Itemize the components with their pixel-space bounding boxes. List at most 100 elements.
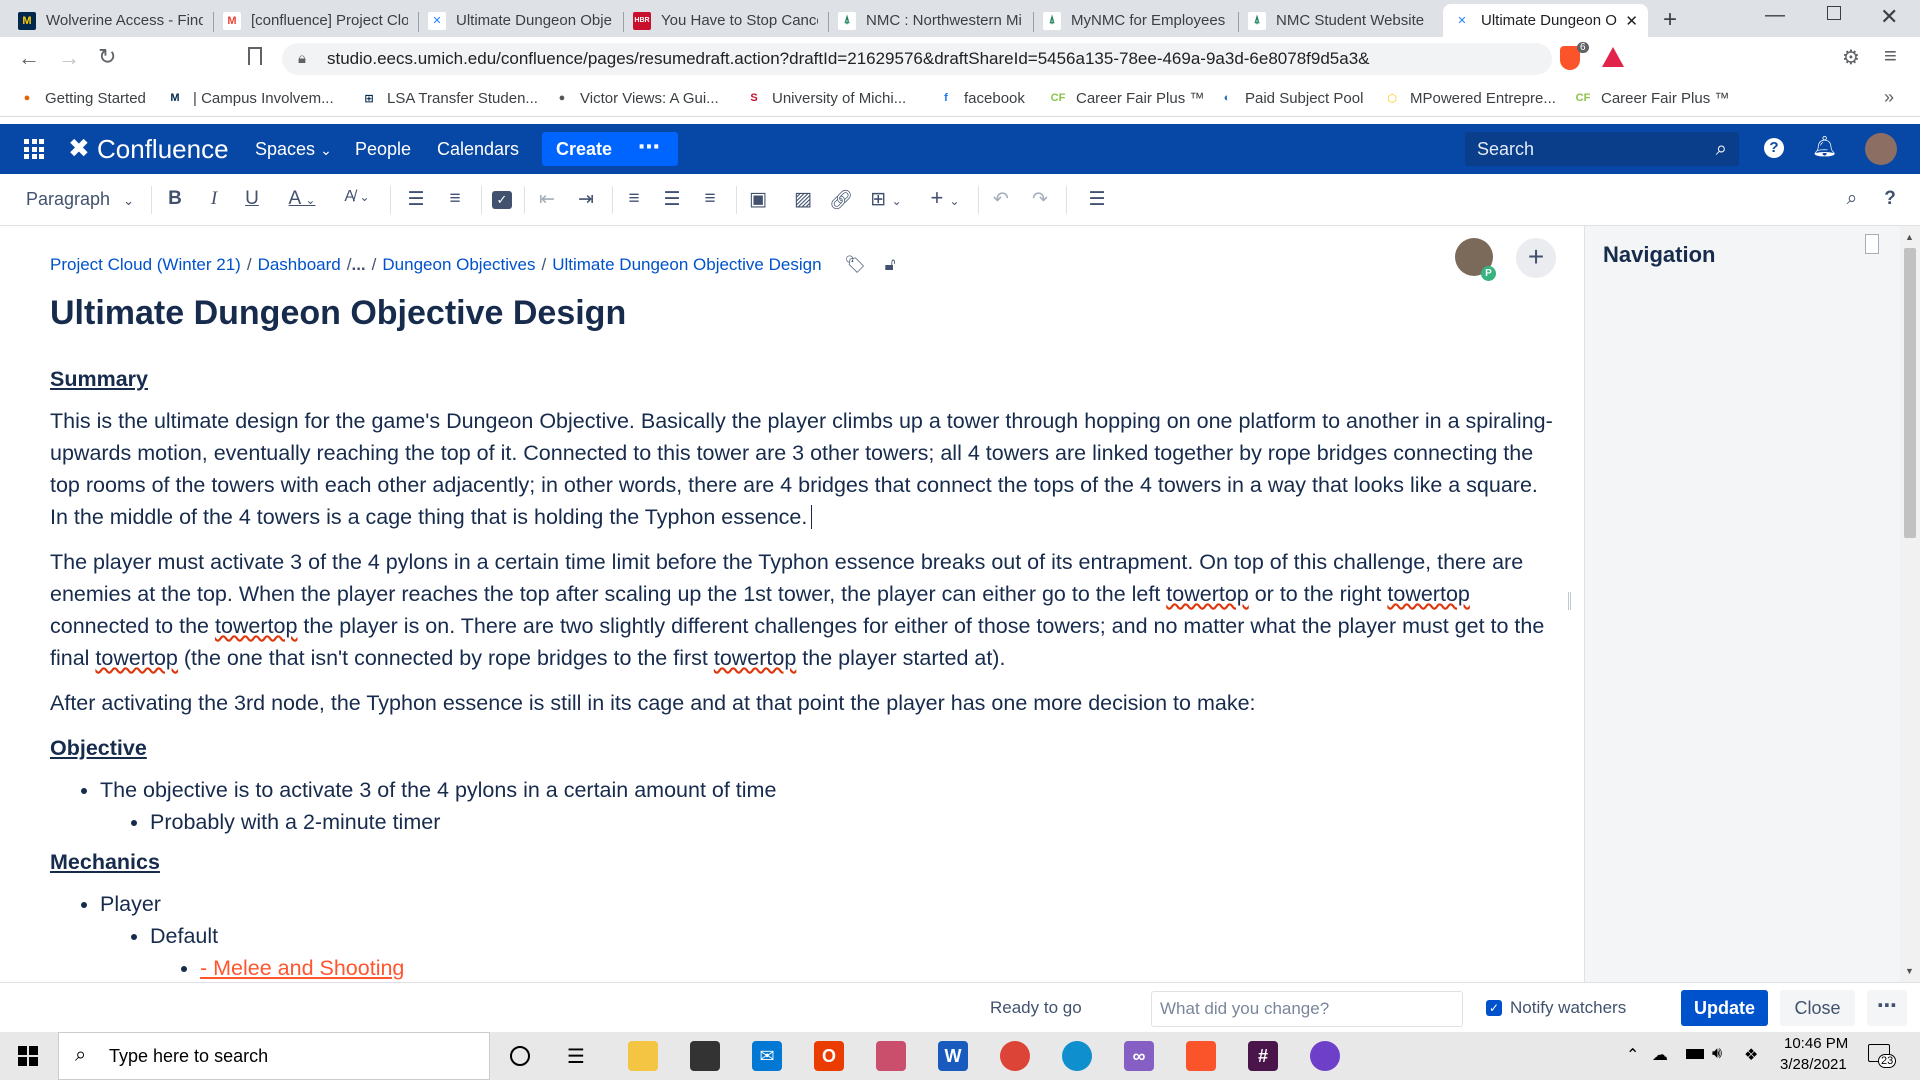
task-list-icon[interactable]: ✓ [492, 191, 512, 209]
find-replace-icon[interactable]: ⌕ [1840, 188, 1864, 210]
new-tab-button[interactable]: + [1663, 6, 1677, 34]
confluence-logo-icon[interactable]: ✖ [68, 133, 90, 164]
clock-date[interactable]: 3/28/2021 [1780, 1056, 1847, 1073]
insert-link-icon[interactable]: 🔗︎ [829, 188, 853, 212]
page-layout-icon[interactable]: ▣ [746, 188, 770, 211]
align-left-icon[interactable]: ≡ [622, 188, 646, 210]
browser-tab[interactable]: ⍋ NMC Student Website [1238, 4, 1443, 37]
dropbox-icon[interactable]: ❖ [1744, 1045, 1758, 1065]
outdent-icon[interactable]: ⇤ [535, 188, 559, 211]
spaces-menu[interactable]: Spaces ⌄ [255, 124, 332, 174]
onedrive-icon[interactable]: ☁ [1652, 1045, 1668, 1065]
undo-icon[interactable]: ↶ [989, 188, 1013, 211]
invite-collaborator-button[interactable]: + [1516, 238, 1556, 278]
create-button[interactable]: Create ⋯ [542, 132, 678, 166]
page-body[interactable]: Summary This is the ultimate design for … [50, 363, 1560, 982]
browser-tab[interactable]: ⍋ NMC : Northwestern Mi [828, 4, 1033, 37]
breadcrumb-dungeon-objectives[interactable]: Dungeon Objectives [382, 255, 535, 274]
snip-tool-icon[interactable] [876, 1041, 906, 1071]
close-window-button[interactable]: ✕ [1880, 4, 1898, 30]
browser-tab[interactable]: M [confluence] Project Clo [213, 4, 418, 37]
brave-browser-icon[interactable] [1186, 1041, 1216, 1071]
browser-tab[interactable]: ⍋ MyNMC for Employees [1033, 4, 1238, 37]
underline-button[interactable]: U [242, 188, 262, 210]
clock-time[interactable]: 10:46 PM [1784, 1035, 1848, 1052]
align-right-icon[interactable]: ≡ [698, 188, 722, 210]
bookmark-item[interactable]: ⊞ LSA Transfer Studen... [360, 89, 538, 107]
browser-tab[interactable]: ✕ Ultimate Dungeon O ✕ [1443, 4, 1648, 37]
url-field[interactable]: 🔒︎ studio.eecs.umich.edu/confluence/page… [282, 43, 1552, 75]
bookmark-item[interactable]: CF Career Fair Plus ™ [1574, 89, 1730, 107]
breadcrumb-ellipsis[interactable]: ... [351, 255, 365, 274]
github-desktop-icon[interactable] [1310, 1041, 1340, 1071]
bookmark-item[interactable]: f facebook [937, 89, 1025, 107]
task-view-icon[interactable]: ☰ [567, 1044, 585, 1069]
reload-icon[interactable]: ↻ [98, 44, 116, 70]
redo-icon[interactable]: ↷ [1028, 188, 1052, 211]
more-bookmarks-icon[interactable]: » [1884, 87, 1894, 108]
more-formatting-button[interactable]: A̸ ⌄ [340, 188, 374, 206]
scroll-down-icon[interactable]: ▼ [1905, 966, 1914, 976]
insert-table-icon[interactable]: ⊞ ⌄ [866, 188, 906, 211]
help-icon[interactable]: ? [1764, 138, 1784, 158]
taskbar-search-input[interactable]: ⌕ Type here to search [58, 1032, 490, 1080]
resize-handle[interactable] [1568, 592, 1571, 610]
scroll-up-icon[interactable]: ▲ [1905, 232, 1914, 242]
mail-icon[interactable]: ✉ [752, 1041, 782, 1071]
brave-rewards-icon[interactable] [1602, 47, 1624, 67]
people-link[interactable]: People [355, 124, 411, 174]
office-icon[interactable]: O [814, 1041, 844, 1071]
bookmark-item[interactable]: S University of Michi... [745, 89, 906, 107]
user-avatar[interactable] [1865, 133, 1897, 165]
bookmark-item[interactable]: CF Career Fair Plus ™ [1049, 89, 1205, 107]
bookmark-item[interactable]: ● Victor Views: A Gui... [553, 89, 719, 107]
numbered-list-icon[interactable]: ≡ [443, 188, 467, 210]
chrome-icon[interactable] [1000, 1041, 1030, 1071]
bold-button[interactable]: B [165, 188, 185, 210]
bookmark-item[interactable]: ● Getting Started [18, 89, 146, 107]
search-input[interactable]: Search ⌕ [1465, 132, 1739, 166]
extensions-icon[interactable]: ⚙ [1842, 45, 1860, 70]
update-button[interactable]: Update [1681, 990, 1768, 1026]
bookmark-item[interactable]: M | Campus Involvem... [166, 89, 333, 107]
browser-tab[interactable]: HBR You Have to Stop Cance [623, 4, 828, 37]
paragraph-style-select[interactable]: Paragraph ⌄ [26, 189, 141, 210]
windows-start-icon[interactable] [18, 1046, 38, 1066]
insert-image-icon[interactable]: ▨ [791, 188, 815, 211]
notifications-icon[interactable]: 🔔︎ [1812, 134, 1837, 159]
close-tab-icon[interactable]: ✕ [1625, 12, 1638, 30]
bookmark-item[interactable]: ⬡ MPowered Entrepre... [1383, 89, 1556, 107]
file-explorer-icon[interactable] [628, 1041, 658, 1071]
indent-icon[interactable]: ⇥ [574, 188, 598, 211]
table-of-contents-icon[interactable]: ☰ [1085, 188, 1109, 211]
notify-watchers-label[interactable]: Notify watchers [1510, 998, 1626, 1018]
align-center-icon[interactable]: ☰ [660, 188, 684, 211]
battery-icon[interactable] [1686, 1049, 1704, 1059]
confluence-brand[interactable]: Confluence [97, 124, 229, 174]
help-shortcuts-icon[interactable]: ? [1880, 188, 1900, 210]
tray-chevron-icon[interactable]: ⌃ [1626, 1045, 1639, 1065]
change-comment-input[interactable]: What did you change? [1151, 991, 1463, 1027]
slack-icon[interactable]: # [1248, 1041, 1278, 1071]
menu-icon[interactable]: ≡ [1884, 43, 1897, 69]
text-color-button[interactable]: A ⌄ [285, 188, 319, 210]
italic-button[interactable]: I [204, 188, 224, 210]
bookmark-icon[interactable] [248, 47, 262, 65]
edge-icon[interactable] [1062, 1041, 1092, 1071]
restore-window-button[interactable] [1827, 6, 1841, 20]
panel-toggle-icon[interactable] [1865, 234, 1879, 254]
store-icon[interactable] [690, 1041, 720, 1071]
minimize-window-button[interactable]: — [1765, 4, 1785, 27]
page-scrollbar[interactable]: ▲ ▼ [1900, 226, 1920, 982]
browser-tab[interactable]: ✕ Ultimate Dungeon Obje [418, 4, 623, 37]
cortana-icon[interactable] [510, 1046, 530, 1066]
label-tag-icon[interactable]: 🏷︎ [844, 255, 866, 274]
browser-tab[interactable]: M Wolverine Access - Find [8, 4, 213, 37]
back-icon[interactable]: ← [18, 45, 40, 71]
bullet-list-icon[interactable]: ☰ [404, 188, 428, 211]
volume-icon[interactable]: 🔊︎ [1712, 1045, 1722, 1063]
bookmark-item[interactable]: ◐ Paid Subject Pool [1218, 89, 1364, 107]
create-more-icon[interactable]: ⋯ [638, 132, 660, 162]
editor-content[interactable]: Project Cloud (Winter 21) / Dashboard/... /… [0, 226, 1584, 982]
word-icon[interactable]: W [938, 1041, 968, 1071]
